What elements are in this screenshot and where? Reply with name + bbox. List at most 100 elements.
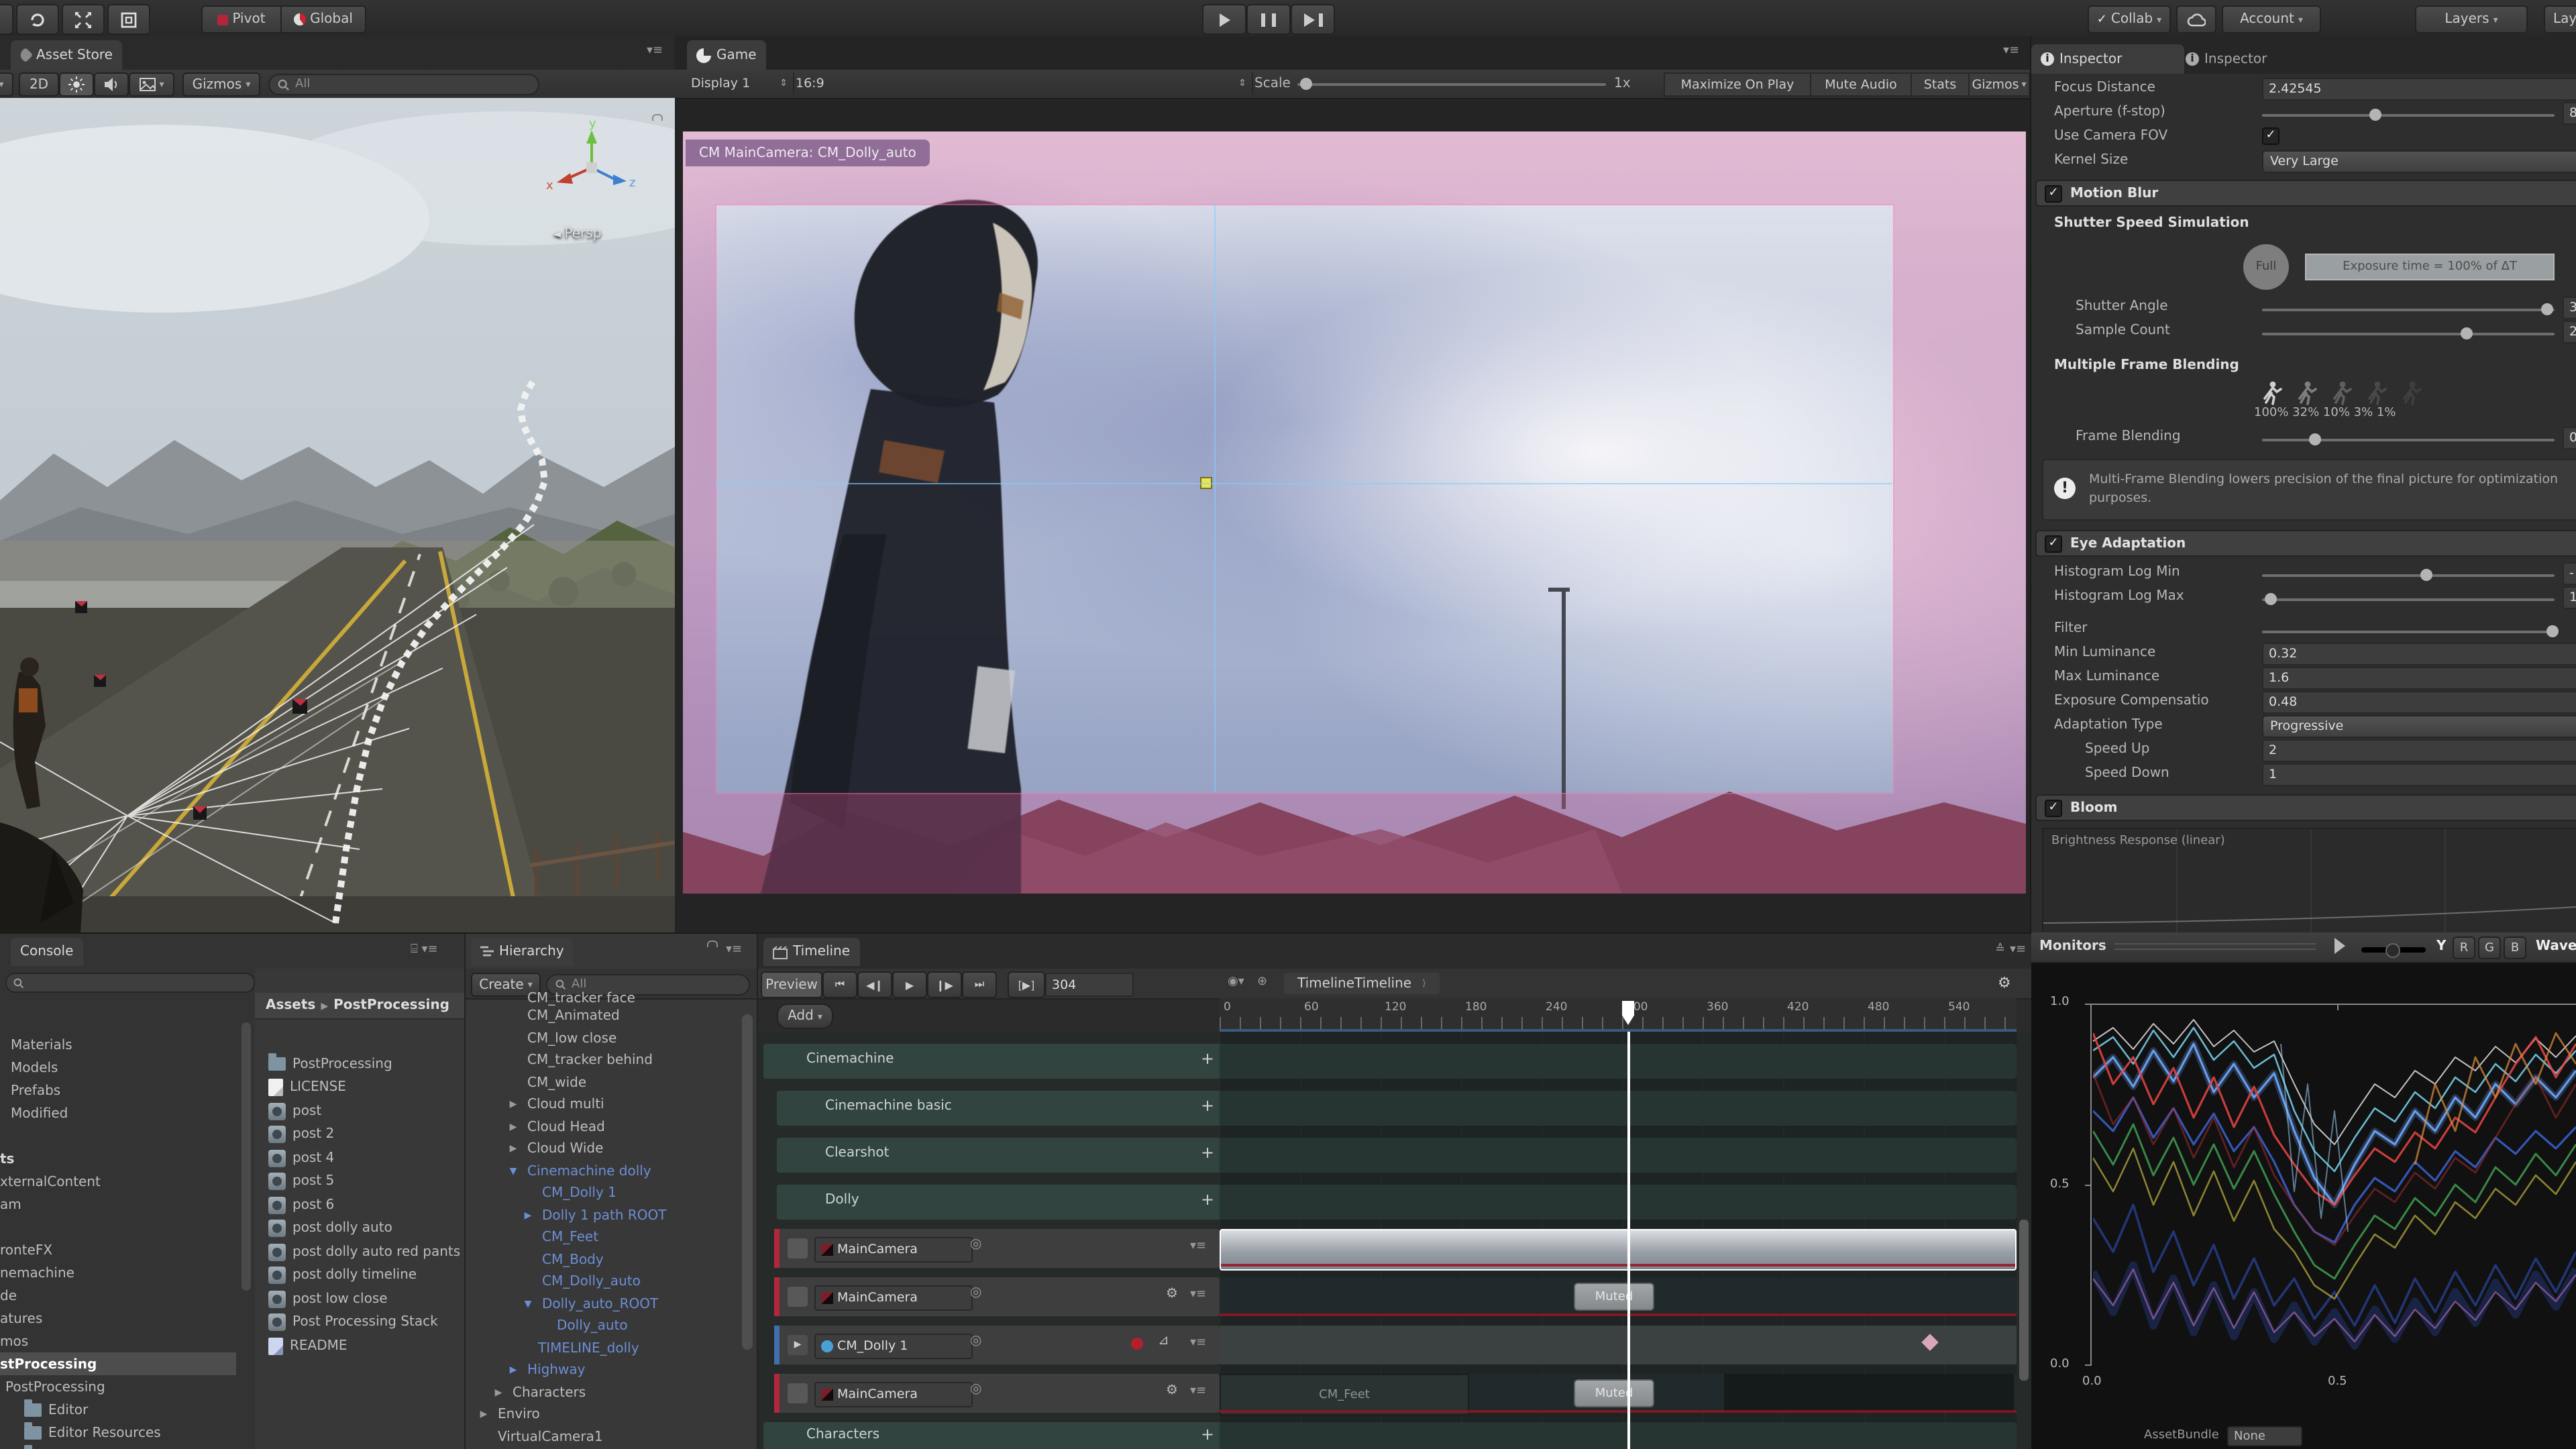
shutter-angle-slider[interactable] bbox=[2262, 303, 2555, 315]
track-group-characters[interactable]: Characters + bbox=[763, 1422, 2017, 1449]
tab-game[interactable]: Game bbox=[687, 40, 766, 70]
track-maincamera-1[interactable]: MainCamera ◎ ▾≡ bbox=[774, 1229, 1220, 1268]
expander-button[interactable]: ▶ bbox=[788, 1335, 808, 1355]
hierarchy-item[interactable]: CM_Animated bbox=[506, 1005, 620, 1026]
file-item[interactable]: post dolly auto red pants bbox=[268, 1241, 460, 1263]
scale-tool-button[interactable] bbox=[62, 4, 105, 35]
track-binding-field[interactable]: MainCamera bbox=[814, 1285, 973, 1311]
file-item[interactable]: post low close bbox=[268, 1288, 388, 1309]
tab-asset-store[interactable]: Asset Store bbox=[11, 40, 122, 70]
bloom-checkbox[interactable]: ✓ bbox=[2045, 799, 2062, 816]
stats-button[interactable]: Stats bbox=[1911, 72, 1970, 97]
global-toggle-button[interactable]: Global bbox=[280, 5, 366, 34]
channel-b-button[interactable]: B bbox=[2504, 936, 2526, 959]
hierarchy-item[interactable]: VirtualCamera1 bbox=[476, 1426, 603, 1448]
hierarchy-item[interactable]: CM_tracker behind bbox=[506, 1049, 653, 1071]
folder-item[interactable]: Models bbox=[11, 1057, 58, 1079]
tab-hierarchy[interactable]: Hierarchy bbox=[471, 938, 574, 966]
folder-item[interactable]: PostProcessing bbox=[5, 1377, 105, 1398]
folder-item-selected[interactable]: stProcessing bbox=[0, 1354, 97, 1375]
frame-blending-slider[interactable] bbox=[2262, 433, 2555, 445]
add-clip-button[interactable]: + bbox=[1201, 1425, 1214, 1444]
monitors-play-icon[interactable] bbox=[2334, 938, 2345, 954]
folder-item[interactable]: am bbox=[0, 1194, 21, 1216]
track-group-dolly[interactable]: Dolly + bbox=[777, 1185, 2017, 1220]
scene-panel-menu-icon[interactable]: ▾≡ bbox=[647, 44, 663, 58]
hierarchy-item[interactable]: ▼ Cinemachine dolly bbox=[506, 1161, 651, 1182]
add-clip-button[interactable]: + bbox=[1201, 1190, 1214, 1209]
layout-dropdown[interactable]: Lay bbox=[2544, 5, 2576, 34]
hist-log-max-slider[interactable] bbox=[2262, 593, 2555, 605]
timeline-ruler[interactable]: 0 60 120 180 240 300 360 420 480 540 bbox=[1220, 998, 2017, 1030]
record-dot-icon[interactable] bbox=[1131, 1338, 1143, 1350]
object-picker-icon[interactable]: ◎ bbox=[970, 1285, 981, 1300]
folder-item[interactable]: Editor Resources bbox=[24, 1422, 161, 1444]
add-clip-button[interactable]: + bbox=[1201, 1143, 1214, 1162]
playhead-line[interactable] bbox=[1627, 1032, 1629, 1449]
console-menu-icons[interactable]: ⌸ ▾≡ bbox=[411, 943, 438, 957]
eye-adaptation-checkbox[interactable]: ✓ bbox=[2045, 535, 2062, 552]
prev-frame-button[interactable]: ◀❙ bbox=[857, 971, 892, 998]
speed-up-field[interactable]: 2 bbox=[2262, 739, 2576, 762]
timeline-scrollbar[interactable] bbox=[2019, 1220, 2029, 1381]
account-dropdown[interactable]: Account ▾ bbox=[2222, 5, 2321, 34]
scene-gizmos-dropdown[interactable]: Gizmos ▾ bbox=[182, 72, 260, 97]
assetbundle-dropdown[interactable]: None bbox=[2227, 1426, 2302, 1446]
hierarchy-item[interactable]: ▶ Cloud Head bbox=[506, 1116, 605, 1138]
folder-item[interactable]: ts bbox=[0, 1148, 14, 1170]
folder-item[interactable]: Modified bbox=[11, 1103, 68, 1124]
hierarchy-item[interactable]: CM_low close bbox=[506, 1028, 616, 1049]
motion-blur-header[interactable]: ✓ Motion Blur bbox=[2035, 180, 2576, 207]
pivot-toggle-button[interactable]: Pivot bbox=[201, 5, 282, 34]
aperture-value-field[interactable]: 8 bbox=[2563, 102, 2576, 125]
timeline-play-button[interactable]: ▶ bbox=[892, 971, 927, 998]
hierarchy-item[interactable]: Dolly_auto bbox=[535, 1315, 628, 1336]
display-dropdown[interactable]: Display 1 ⇕ bbox=[686, 72, 794, 94]
hierarchy-item[interactable]: CM_Dolly 1 bbox=[521, 1182, 616, 1203]
folder-item[interactable]: nemachine bbox=[0, 1263, 74, 1284]
bloom-header[interactable]: ✓ Bloom bbox=[2035, 794, 2576, 821]
breadcrumb-current[interactable]: PostProcessing bbox=[333, 998, 449, 1013]
cloud-button[interactable] bbox=[2176, 5, 2216, 34]
folder-item[interactable]: Resources bbox=[24, 1445, 117, 1449]
play-button[interactable] bbox=[1202, 4, 1246, 35]
2d-toggle-button[interactable]: 2D bbox=[19, 72, 59, 97]
track-muted-gear-icon[interactable]: ⚙ bbox=[1166, 1383, 1178, 1398]
cm-feet-clip[interactable]: CM_Feet bbox=[1220, 1374, 1469, 1415]
filter-slider[interactable] bbox=[2262, 625, 2559, 637]
axis-gizmo[interactable]: y z x bbox=[543, 119, 640, 216]
game-scale-slider[interactable] bbox=[1297, 78, 1606, 90]
adaptation-type-dropdown[interactable]: Progressive bbox=[2262, 715, 2576, 738]
game-panel-menu-icon[interactable]: ▾≡ bbox=[2003, 44, 2019, 58]
track-maincamera-2[interactable]: MainCamera ◎ ⚙ ▾≡ bbox=[774, 1277, 1220, 1316]
hierarchy-item[interactable]: TIMELINE_dolly bbox=[517, 1338, 639, 1359]
folder-item[interactable]: xternalContent bbox=[0, 1171, 101, 1193]
file-item[interactable]: post 5 bbox=[268, 1170, 334, 1191]
monitors-exposure-slider[interactable] bbox=[2361, 943, 2426, 958]
scene-search-input[interactable]: All bbox=[268, 74, 539, 95]
object-picker-icon[interactable]: ◎ bbox=[970, 1334, 981, 1348]
hist-log-min-slider[interactable] bbox=[2262, 569, 2555, 581]
track-muted-gear-icon[interactable]: ⚙ bbox=[1166, 1287, 1178, 1301]
play-range-button[interactable]: [▶] bbox=[1008, 971, 1045, 998]
hierarchy-item[interactable]: CM_Feet bbox=[521, 1226, 598, 1248]
game-viewport[interactable]: CM MainCamera: CM_Dolly_auto bbox=[683, 131, 2026, 894]
track-view-icon[interactable]: ◉▾ bbox=[1228, 975, 1244, 989]
shutter-angle-field[interactable]: 3 bbox=[2563, 297, 2576, 319]
rect-tool-button[interactable] bbox=[107, 4, 150, 35]
next-frame-button[interactable]: ❙▶ bbox=[927, 971, 962, 998]
eye-adaptation-header[interactable]: ✓ Eye Adaptation bbox=[2035, 530, 2576, 557]
add-clip-button[interactable]: + bbox=[1201, 1049, 1214, 1068]
add-track-button[interactable]: Add ▾ bbox=[777, 1004, 833, 1029]
hierarchy-item[interactable]: CM_wide bbox=[506, 1072, 586, 1093]
focus-distance-field[interactable]: 2.42545 bbox=[2262, 78, 2576, 101]
hierarchy-item[interactable]: ▶ Enviro bbox=[476, 1403, 540, 1425]
hierarchy-item[interactable]: CM_Body bbox=[521, 1249, 604, 1271]
hierarchy-menu-icon[interactable]: ▾≡ bbox=[726, 943, 742, 957]
object-picker-icon[interactable]: ◎ bbox=[970, 1382, 981, 1397]
file-item[interactable]: PostProcessing bbox=[268, 1053, 392, 1075]
folder-item[interactable]: atures bbox=[0, 1308, 42, 1330]
maximize-on-play-button[interactable]: Maximize On Play bbox=[1664, 72, 1811, 97]
keyframe-diamond[interactable] bbox=[1921, 1334, 1939, 1351]
folder-item[interactable]: de bbox=[0, 1285, 17, 1307]
